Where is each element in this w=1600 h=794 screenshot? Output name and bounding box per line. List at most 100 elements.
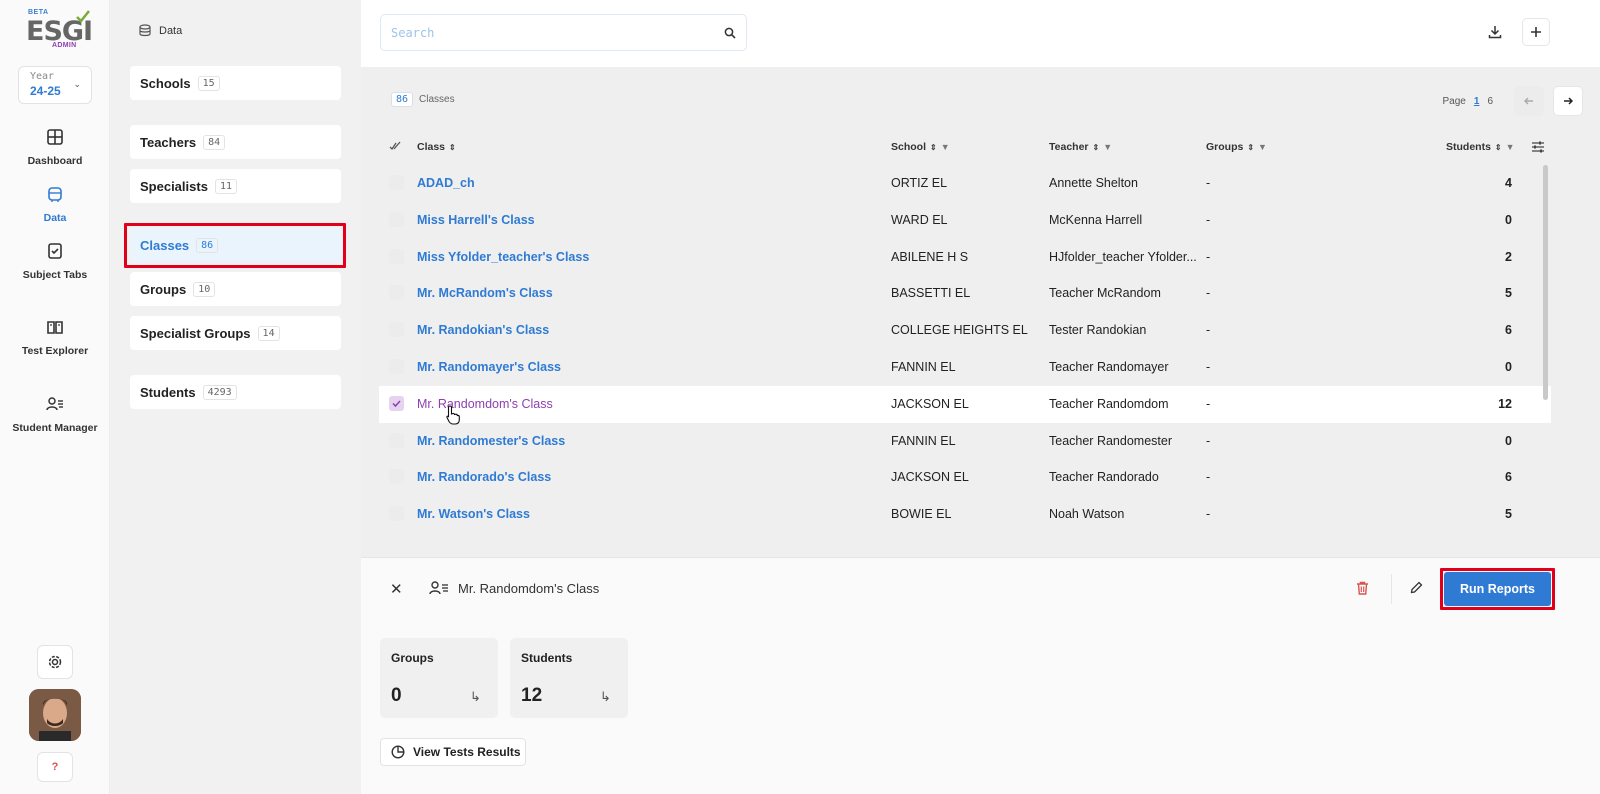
rail-item-subject-tabs[interactable]: Subject Tabs — [0, 242, 110, 281]
logo-beta: BETA — [28, 9, 49, 16]
filter-icon[interactable]: ▼ — [1258, 142, 1267, 152]
cell-teacher: Tester Randokian — [1049, 323, 1147, 338]
table-row[interactable]: Mr. Randomayer's Class FANNIN EL Teacher R… — [379, 349, 1551, 386]
row-checkbox[interactable] — [389, 469, 404, 485]
help-button[interactable]: ? — [37, 752, 73, 782]
check-icon — [392, 400, 401, 407]
rail-item-data[interactable]: Data — [0, 185, 110, 224]
cell-school: ABILENE H S — [891, 249, 969, 264]
cell-class[interactable]: Mr. Randorado's Class — [417, 470, 877, 484]
rail-label: Dashboard — [27, 155, 83, 167]
nav-item-specialist-groups[interactable]: Specialist Groups 14 — [130, 316, 341, 350]
page-current[interactable]: 1 — [1474, 96, 1480, 107]
table-row[interactable]: Mr. Randokian's Class COLLEGE HEIGHTS EL T… — [379, 312, 1551, 349]
cell-class[interactable]: Mr. Randokian's Class — [417, 323, 877, 337]
data-nav: Data Schools 15 Teachers 84 Specialists … — [111, 0, 361, 794]
filter-icon[interactable]: ▼ — [1103, 142, 1112, 152]
row-checkbox[interactable] — [389, 395, 404, 411]
nav-item-label: Specialists — [140, 178, 208, 194]
row-checkbox[interactable] — [389, 359, 404, 374]
nav-item-specialists[interactable]: Specialists 11 — [130, 169, 341, 203]
table-row[interactable]: Miss Yfolder_teacher's Class ABILENE H S H… — [379, 239, 1551, 276]
table-row[interactable]: ADAD_ch ORTIZ EL Annette Shelton - 4 — [379, 165, 1551, 202]
detail-panel: ✕ Mr. Randomdom's Class Run Reports Grou… — [361, 557, 1600, 794]
search-input[interactable]: Search — [380, 14, 747, 51]
filter-icon[interactable]: ▼ — [1506, 142, 1515, 152]
table-row[interactable]: Mr. Randomdom's Class JACKSON EL Teacher R… — [379, 385, 1551, 423]
stat-value: 12 — [521, 685, 543, 706]
download-button[interactable] — [1481, 18, 1509, 46]
cell-school: WARD EL — [891, 212, 948, 227]
row-checkbox[interactable] — [389, 432, 404, 448]
view-tests-results-button[interactable]: View Tests Results — [380, 738, 526, 766]
trash-icon[interactable] — [1356, 581, 1369, 595]
rail-item-test-explorer[interactable]: Test Explorer — [0, 318, 110, 357]
sort-icon: ⇕ — [1092, 142, 1100, 152]
cell-students: 0 — [1505, 212, 1512, 227]
cell-groups: - — [1206, 323, 1211, 338]
rail-item-dashboard[interactable]: Dashboard — [0, 128, 110, 167]
table-row[interactable]: Mr. Randorado's Class JACKSON EL Teacher R… — [379, 459, 1551, 496]
cell-class[interactable]: Mr. Randomester's Class — [417, 434, 877, 448]
prev-page-button[interactable] — [1514, 86, 1544, 116]
cell-students: 6 — [1505, 470, 1512, 485]
settings-button[interactable] — [37, 645, 73, 679]
main-content: Search 86 Classes Page 1 6 Class ⇕ School… — [361, 0, 1600, 794]
row-checkbox[interactable] — [389, 211, 404, 227]
database-icon — [48, 187, 62, 202]
table-scrollbar[interactable] — [1543, 165, 1548, 400]
pagination: Page 1 6 — [1443, 86, 1583, 116]
cell-school: ORTIZ EL — [891, 176, 948, 190]
avatar[interactable] — [29, 689, 81, 741]
cell-class[interactable]: ADAD_ch — [417, 176, 877, 190]
next-page-button[interactable] — [1553, 86, 1583, 116]
column-students[interactable]: Students ⇕ ▼ — [1446, 141, 1515, 153]
table-row[interactable]: Mr. Randomester's Class FANNIN EL Teacher … — [379, 423, 1551, 460]
cell-teacher: Teacher Randomdom — [1049, 396, 1169, 411]
row-checkbox[interactable] — [389, 175, 404, 190]
nav-item-teachers[interactable]: Teachers 84 — [130, 125, 341, 159]
column-school[interactable]: School ⇕ ▼ — [891, 141, 950, 153]
gear-icon — [48, 655, 62, 669]
table-header: Class ⇕ School ⇕ ▼ Teacher ⇕ ▼ Groups ⇕ ▼ Stude… — [379, 136, 1551, 160]
cell-class[interactable]: Miss Yfolder_teacher's Class — [417, 250, 877, 264]
column-teacher[interactable]: Teacher ⇕ ▼ — [1049, 141, 1112, 153]
cell-class[interactable]: Mr. Randomayer's Class — [417, 360, 877, 374]
close-icon[interactable]: ✕ — [390, 580, 403, 598]
nav-item-students[interactable]: Students 4293 — [130, 375, 341, 409]
row-checkbox[interactable] — [389, 506, 404, 522]
cell-groups: - — [1206, 176, 1211, 190]
database-icon — [139, 24, 151, 37]
cell-groups: - — [1206, 433, 1211, 448]
pencil-icon[interactable] — [1410, 581, 1423, 594]
table-row[interactable]: Mr. McRandom's Class BASSETTI EL Teacher M… — [379, 275, 1551, 312]
cell-class[interactable]: Mr. Watson's Class — [417, 507, 877, 521]
cell-class[interactable]: Mr. McRandom's Class — [417, 286, 877, 300]
students-stat-card[interactable]: Students 12 ↳ — [510, 638, 628, 718]
nav-item-schools[interactable]: Schools 15 — [130, 66, 341, 100]
row-checkbox[interactable] — [389, 248, 404, 264]
row-checkbox[interactable] — [389, 285, 404, 301]
add-button[interactable] — [1522, 18, 1550, 46]
groups-stat-card[interactable]: Groups 0 ↳ — [380, 638, 498, 718]
cell-teacher: HJfolder_teacher Yfolder... — [1049, 249, 1197, 264]
plus-icon — [1531, 27, 1541, 37]
row-checkbox[interactable] — [389, 322, 404, 338]
year-value: 24-25 — [30, 84, 61, 98]
table-row[interactable]: Mr. Watson's Class BOWIE EL Noah Watson - 5 — [379, 496, 1551, 533]
avatar-image — [29, 689, 81, 741]
table-row[interactable]: Miss Harrell's Class WARD EL McKenna Harre… — [379, 202, 1551, 239]
cell-class[interactable]: Mr. Randomdom's Class — [417, 397, 877, 411]
filter-icon[interactable]: ▼ — [941, 142, 950, 152]
nav-item-groups[interactable]: Groups 10 — [130, 272, 341, 306]
year-selector[interactable]: Year 24-25 ⌄ — [18, 66, 92, 104]
column-settings-button[interactable] — [1531, 141, 1545, 153]
column-groups[interactable]: Groups ⇕ ▼ — [1206, 141, 1267, 153]
column-label: Teacher — [1049, 141, 1089, 153]
cell-students: 6 — [1505, 323, 1512, 338]
cell-class[interactable]: Miss Harrell's Class — [417, 213, 877, 227]
column-class[interactable]: Class ⇕ — [417, 141, 456, 153]
esgi-logo[interactable]: BETA ESGI ADMIN — [26, 8, 96, 52]
select-all-checkbox[interactable] — [389, 141, 401, 151]
rail-item-student-manager[interactable]: Student Manager — [0, 395, 110, 434]
